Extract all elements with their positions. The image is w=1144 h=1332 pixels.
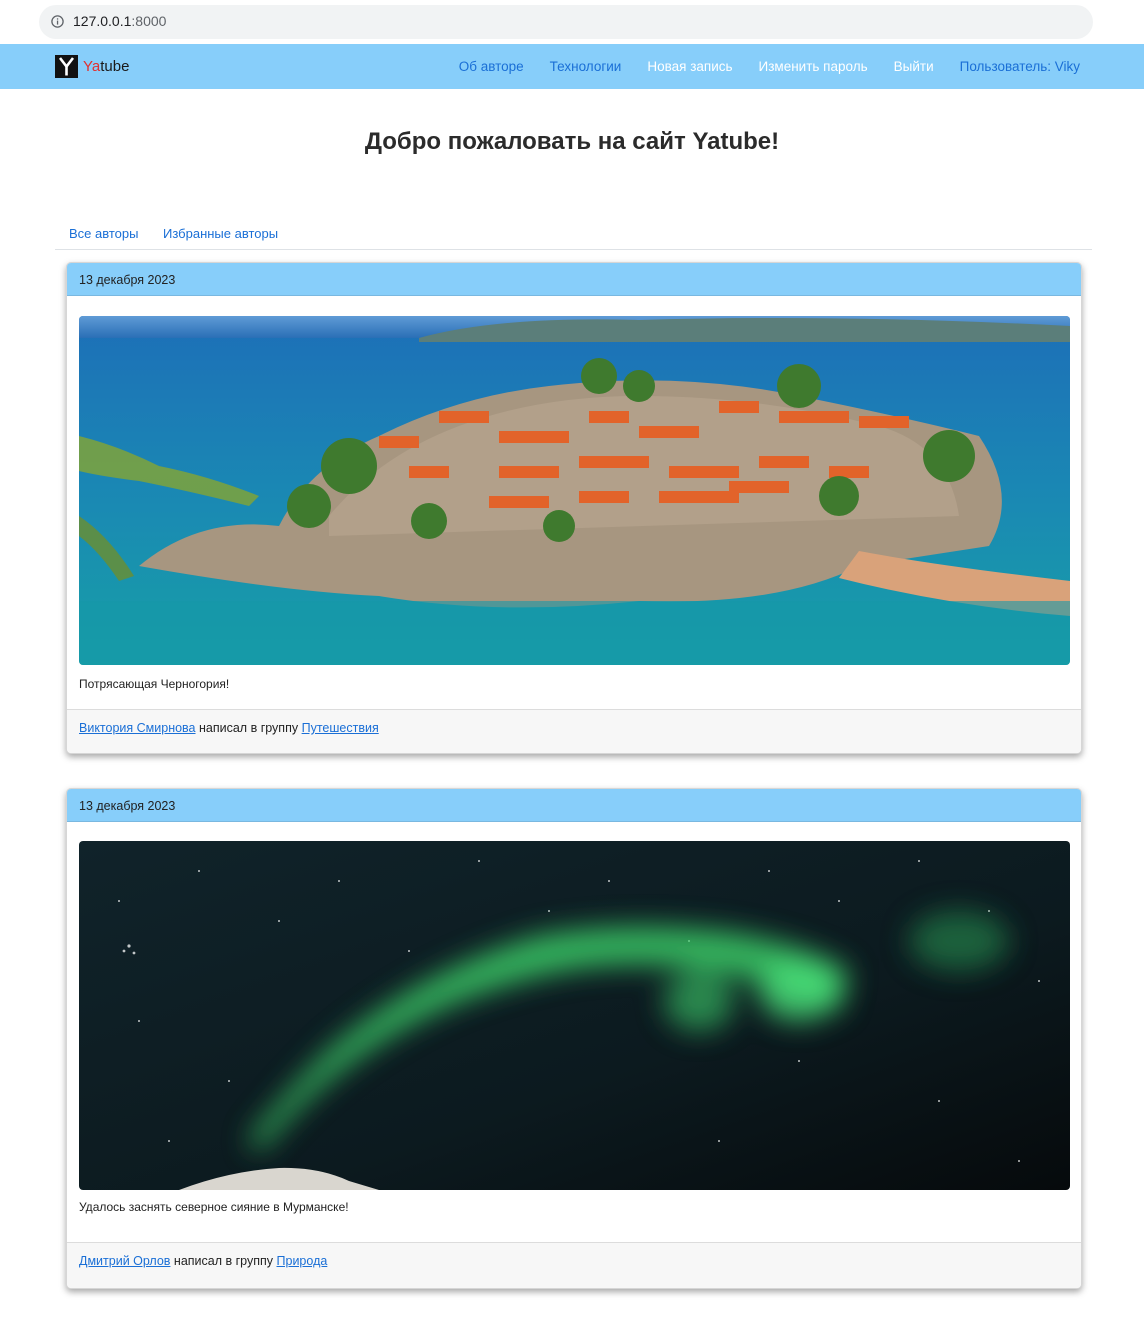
author-tabs: Все авторы Избранные авторы	[55, 218, 1092, 250]
info-icon[interactable]	[51, 15, 64, 28]
nav-link-about-author[interactable]: Об авторе	[459, 59, 524, 74]
post-group-link[interactable]: Путешествия	[302, 721, 379, 735]
browser-toolbar: 127.0.0.1:8000	[0, 0, 1144, 44]
brand-link[interactable]: Yatube	[55, 54, 129, 78]
post-card: 13 декабря 2023	[66, 262, 1082, 754]
post-group-link[interactable]: Природа	[277, 1254, 328, 1268]
post-group-prefix: написал в группу	[199, 721, 299, 735]
brand-suffix: tube	[100, 57, 130, 75]
post-date: 13 декабря 2023	[67, 263, 1081, 296]
tab-favorite-authors[interactable]: Избранные авторы	[163, 226, 278, 241]
brand-name: Yatube	[83, 58, 129, 75]
url-port: :8000	[131, 13, 167, 29]
post-text: Удалось заснять северное сияние в Мурман…	[79, 1200, 349, 1214]
navbar: Yatube Об авторе Технологии Новая запись…	[0, 44, 1144, 89]
nav-link-technologies[interactable]: Технологии	[550, 59, 622, 74]
post-group-prefix: написал в группу	[173, 1254, 274, 1268]
nav-link-new-post[interactable]: Новая запись	[647, 59, 732, 74]
nav-link-user-profile[interactable]: Пользователь: Viky	[960, 59, 1080, 74]
nav-link-logout[interactable]: Выйти	[894, 59, 934, 74]
post-author-link[interactable]: Дмитрий Орлов	[79, 1254, 170, 1268]
post-footer: Дмитрий Орлов написал в группу Природа	[67, 1242, 1081, 1288]
post-image-aurora	[79, 841, 1070, 1190]
post-text: Потрясающая Черногория!	[79, 677, 230, 691]
url-text[interactable]: 127.0.0.1:8000	[73, 13, 166, 29]
post-footer: Виктория Смирнова написал в группу Путеш…	[67, 709, 1081, 753]
post-author-link[interactable]: Виктория Смирнова	[79, 721, 196, 735]
nav-link-change-password[interactable]: Изменить пароль	[759, 59, 868, 74]
brand-prefix: Ya	[83, 57, 101, 75]
post-date: 13 декабря 2023	[67, 789, 1081, 822]
tab-all-authors[interactable]: Все авторы	[69, 226, 138, 241]
nav-links: Об авторе Технологии Новая запись Измени…	[433, 59, 1080, 74]
url-host: 127.0.0.1	[73, 13, 132, 29]
post-card: 13 декабря 2023	[66, 788, 1082, 1289]
address-bar[interactable]	[39, 5, 1093, 39]
yatube-logo-icon	[55, 54, 78, 78]
post-image-island	[79, 316, 1070, 665]
page-title: Добро пожаловать на сайт Yatube!	[364, 128, 780, 155]
